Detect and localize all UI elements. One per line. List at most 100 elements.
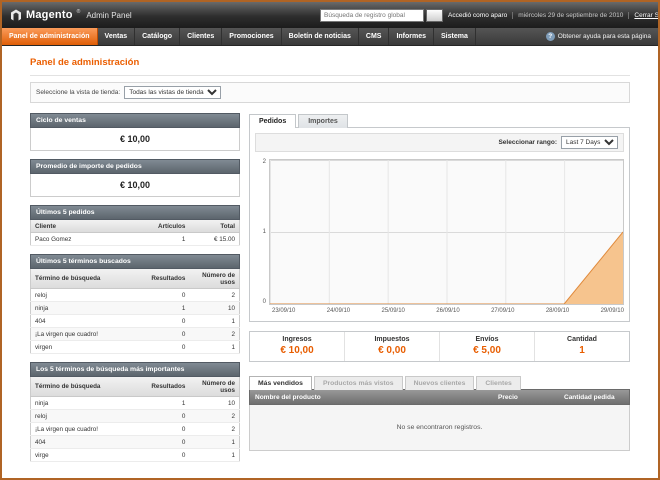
nav-item-catalogo[interactable]: Catálogo xyxy=(135,28,180,45)
logout-link[interactable]: Cerrar Sesión xyxy=(628,12,660,19)
results: 0 xyxy=(143,449,189,462)
tab-clientes[interactable]: Clientes xyxy=(476,376,520,390)
nav-item-cms[interactable]: CMS xyxy=(359,28,390,45)
search-term-row[interactable]: 404 0 1 xyxy=(31,315,240,328)
help-label: Obtener ayuda para esta página xyxy=(558,33,651,40)
nav-item-promociones[interactable]: Promociones xyxy=(222,28,281,45)
nav-item-sistema[interactable]: Sistema xyxy=(434,28,476,45)
results: 0 xyxy=(143,328,189,341)
store-view-select[interactable]: Todas las vistas de tienda xyxy=(124,86,221,99)
main-nav: Panel de administración Ventas Catálogo … xyxy=(2,28,658,46)
col-articulos: Artículos xyxy=(143,220,189,233)
term: ¡La virgen que cuadro! xyxy=(31,423,144,436)
y-tick: 2 xyxy=(263,159,266,165)
orders-chart-svg xyxy=(270,160,623,304)
tab-mas-vendidos[interactable]: Más vendidos xyxy=(249,376,312,390)
global-search-input[interactable] xyxy=(320,9,424,22)
nav-item-boletin[interactable]: Boletín de noticias xyxy=(282,28,359,45)
search-term-row[interactable]: 404 0 1 xyxy=(31,436,240,449)
col-termino: Término de búsqueda xyxy=(31,269,144,289)
col-resultados: Resultados xyxy=(143,269,189,289)
uses: 10 xyxy=(189,302,239,315)
y-tick: 0 xyxy=(263,299,266,305)
uses: 2 xyxy=(189,423,239,436)
search-term-row[interactable]: ¡La virgen que cuadro! 0 2 xyxy=(31,423,240,436)
search-term-row[interactable]: reloj 0 2 xyxy=(31,289,240,302)
total-value: € 5,00 xyxy=(440,345,534,356)
nav-item-ventas[interactable]: Ventas xyxy=(98,28,136,45)
results: 0 xyxy=(143,436,189,449)
search-term-row[interactable]: reloj 0 2 xyxy=(31,410,240,423)
term: virgen xyxy=(31,341,144,354)
x-tick: 27/09/10 xyxy=(491,308,514,314)
tab-productos-mas-vistos[interactable]: Productos más vistos xyxy=(314,376,403,390)
left-column: Ciclo de ventas € 10,00 Promedio de impo… xyxy=(30,113,240,470)
total-ingresos: Ingresos € 10,00 xyxy=(250,332,344,361)
col-cliente: Cliente xyxy=(31,220,144,233)
search-term-row[interactable]: ninja 1 10 xyxy=(31,302,240,315)
tab-pedidos[interactable]: Pedidos xyxy=(249,114,296,128)
total-impuestos: Impuestos € 0,00 xyxy=(344,332,439,361)
search-term-row[interactable]: ninja 1 10 xyxy=(31,397,240,410)
top-search-title: Los 5 términos de búsqueda más important… xyxy=(30,362,240,377)
magento-admin-page: Magento ® Admin Panel Accedió como aparo… xyxy=(0,0,660,480)
tab-nuevos-clientes[interactable]: Nuevos clientes xyxy=(405,376,475,390)
total-value: € 10,00 xyxy=(250,345,344,356)
total-label: Ingresos xyxy=(250,336,344,343)
last-search-title: Últimos 5 términos buscados xyxy=(30,254,240,269)
uses: 1 xyxy=(189,315,239,328)
nav-item-clientes[interactable]: Clientes xyxy=(180,28,222,45)
term: reloj xyxy=(31,410,144,423)
logo-registered-mark: ® xyxy=(77,9,81,15)
x-tick: 23/09/10 xyxy=(272,308,295,314)
range-select[interactable]: Last 7 Days xyxy=(561,136,618,149)
x-tick: 24/09/10 xyxy=(327,308,350,314)
orders-chart-panel: Seleccionar rango: Last 7 Days 2 1 0 xyxy=(249,127,630,322)
search-term-row[interactable]: virgen 0 1 xyxy=(31,341,240,354)
empty-records-message: No se encontraron registros. xyxy=(249,405,630,451)
col-total: Total xyxy=(189,220,239,233)
nav-item-informes[interactable]: Informes xyxy=(389,28,434,45)
title-divider xyxy=(30,75,630,76)
average-orders-value: € 10,00 xyxy=(30,174,240,197)
uses: 1 xyxy=(189,449,239,462)
total-label: Envíos xyxy=(440,336,534,343)
products-grid: Nombre del producto Precio Cantidad pedi… xyxy=(249,389,630,451)
recent-orders-panel: Últimos 5 pedidos Cliente Artículos Tota… xyxy=(30,205,240,246)
results: 1 xyxy=(143,397,189,410)
orders-chart: 2 1 0 xyxy=(255,159,624,305)
logged-in-as: Accedió como aparo xyxy=(443,12,512,19)
order-row[interactable]: Paco Gomez 1 € 15.00 xyxy=(31,233,240,246)
uses: 10 xyxy=(189,397,239,410)
total-value: € 0,00 xyxy=(345,345,439,356)
tab-importes[interactable]: Importes xyxy=(298,114,348,128)
results: 0 xyxy=(143,289,189,302)
header-date: miércoles 29 de septiembre de 2010 xyxy=(512,12,628,19)
nav-item-dashboard[interactable]: Panel de administración xyxy=(2,28,98,45)
total-envios: Envíos € 5,00 xyxy=(439,332,534,361)
lifetime-sales-value: € 10,00 xyxy=(30,128,240,151)
global-search-button[interactable] xyxy=(426,9,443,22)
col-cantidad-pedida: Cantidad pedida xyxy=(559,390,629,404)
term: ninja xyxy=(31,397,144,410)
col-termino: Término de búsqueda xyxy=(31,377,144,397)
average-orders-title: Promedio de importe de pedidos xyxy=(30,159,240,174)
results: 0 xyxy=(143,315,189,328)
table-header-row: Cliente Artículos Total xyxy=(31,220,240,233)
results: 1 xyxy=(143,302,189,315)
results: 0 xyxy=(143,341,189,354)
logo-text: Magento xyxy=(26,9,73,21)
last-search-panel: Últimos 5 términos buscados Término de b… xyxy=(30,254,240,354)
help-link[interactable]: ? Obtener ayuda para esta página xyxy=(546,28,658,45)
uses: 2 xyxy=(189,289,239,302)
order-items: 1 xyxy=(143,233,189,246)
term: 404 xyxy=(31,436,144,449)
y-tick: 1 xyxy=(263,229,266,235)
right-column: Pedidos Importes Seleccionar rango: Last… xyxy=(249,113,630,451)
lifetime-sales-title: Ciclo de ventas xyxy=(30,113,240,128)
term: virge xyxy=(31,449,144,462)
search-term-row[interactable]: virge 0 1 xyxy=(31,449,240,462)
content-area: Panel de administración Seleccione la vi… xyxy=(2,46,658,478)
range-label: Seleccionar rango: xyxy=(498,139,557,146)
search-term-row[interactable]: ¡La virgen que cuadro! 0 2 xyxy=(31,328,240,341)
